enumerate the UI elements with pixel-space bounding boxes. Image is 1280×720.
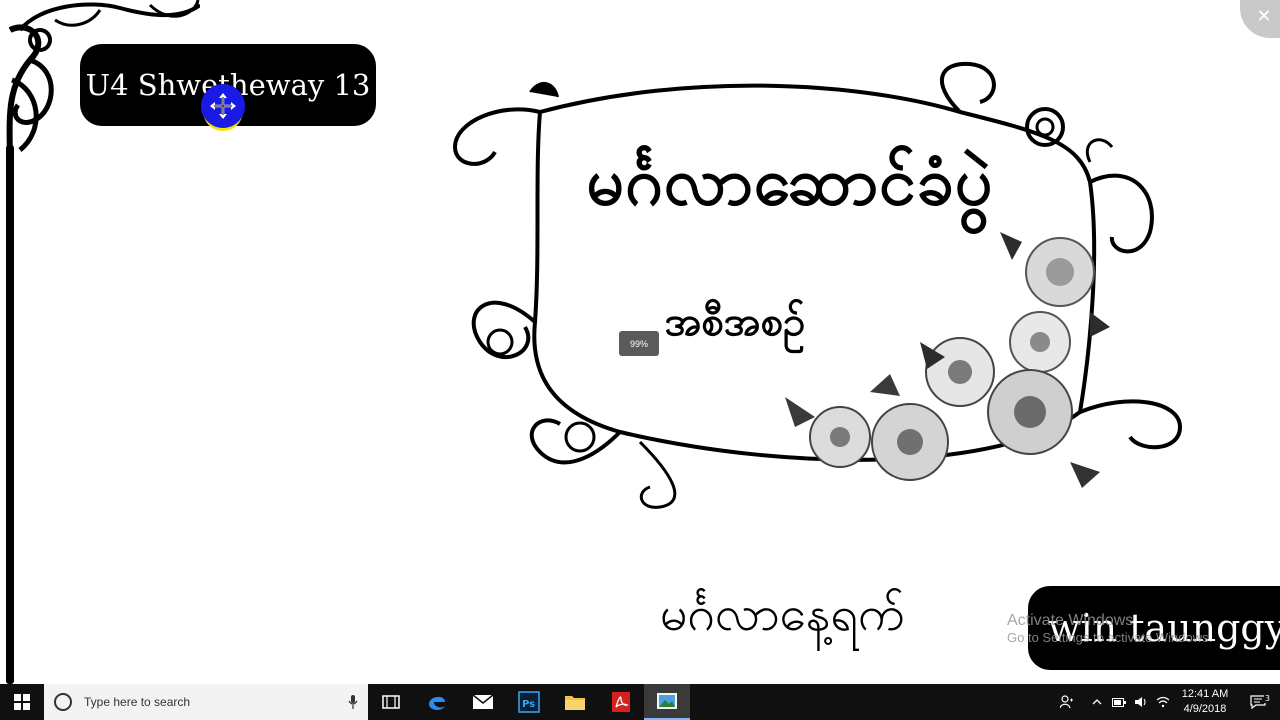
date-label: မင်္ဂလာနေ့ရက် xyxy=(660,586,906,642)
folder-icon xyxy=(565,696,585,710)
activate-windows-watermark: Activate Windows Go to Settings to activ… xyxy=(1007,612,1212,645)
taskbar-search-box[interactable]: Type here to search xyxy=(44,684,368,720)
taskbar-app-edge[interactable] xyxy=(414,684,460,720)
windows-logo-icon xyxy=(14,694,30,710)
taskbar-app-acrobat[interactable] xyxy=(598,684,644,720)
acrobat-icon xyxy=(612,692,630,712)
search-placeholder: Type here to search xyxy=(84,695,191,709)
notification-count: 3 xyxy=(1263,694,1271,703)
wifi-icon[interactable] xyxy=(1152,684,1174,720)
flower-cluster-icon xyxy=(785,232,1110,488)
clock-time: 12:41 AM xyxy=(1181,688,1229,700)
task-view-icon xyxy=(382,695,400,709)
volume-icon[interactable] xyxy=(1130,684,1152,720)
slide-subtitle: အစီအစဉ် xyxy=(664,299,806,345)
windows-taskbar: Type here to search Ps 12:41 AM 4/9/2018… xyxy=(0,684,1280,720)
show-hidden-icons-chevron-up-icon[interactable] xyxy=(1086,684,1108,720)
edge-icon xyxy=(429,696,445,710)
people-icon[interactable] xyxy=(1056,684,1078,720)
start-button[interactable] xyxy=(0,684,44,720)
clock-date: 4/9/2018 xyxy=(1183,703,1227,715)
svg-text:Ps: Ps xyxy=(522,699,535,710)
taskbar-app-file-explorer[interactable] xyxy=(552,684,598,720)
slide-title: မင်္ဂလာဆောင်ခံပွဲ xyxy=(586,143,994,220)
action-center-button[interactable]: 3 xyxy=(1236,694,1280,709)
battery-icon[interactable] xyxy=(1108,684,1130,720)
left-border-line xyxy=(6,145,14,684)
system-tray: 12:41 AM 4/9/2018 3 xyxy=(1056,684,1280,720)
cortana-icon xyxy=(54,693,72,711)
task-view-button[interactable] xyxy=(368,684,414,720)
ornate-frame-artwork xyxy=(452,61,1183,509)
move-cursor-icon xyxy=(201,84,245,131)
taskbar-app-photoshop[interactable]: Ps xyxy=(506,684,552,720)
close-viewer-button[interactable]: ✕ xyxy=(1240,0,1280,38)
taskbar-app-mail[interactable] xyxy=(460,684,506,720)
photoshop-icon: Ps xyxy=(518,691,540,713)
zoom-level-badge: 99% xyxy=(619,331,659,356)
mail-icon xyxy=(472,694,494,709)
watermark-title: Activate Windows xyxy=(1007,612,1134,629)
close-icon: ✕ xyxy=(1256,5,1272,27)
watermark-subtitle: Go to Settings to activate Windows. xyxy=(1007,630,1213,645)
taskbar-app-photos[interactable] xyxy=(644,684,690,720)
taskbar-clock[interactable]: 12:41 AM 4/9/2018 xyxy=(1174,687,1236,717)
slide-canvas: U4 Shwetheway 13 မင်္ဂလာဆောင်ခံပွဲ အစီအစ… xyxy=(0,0,1280,684)
microphone-icon[interactable] xyxy=(338,695,368,709)
photos-icon xyxy=(657,693,677,709)
